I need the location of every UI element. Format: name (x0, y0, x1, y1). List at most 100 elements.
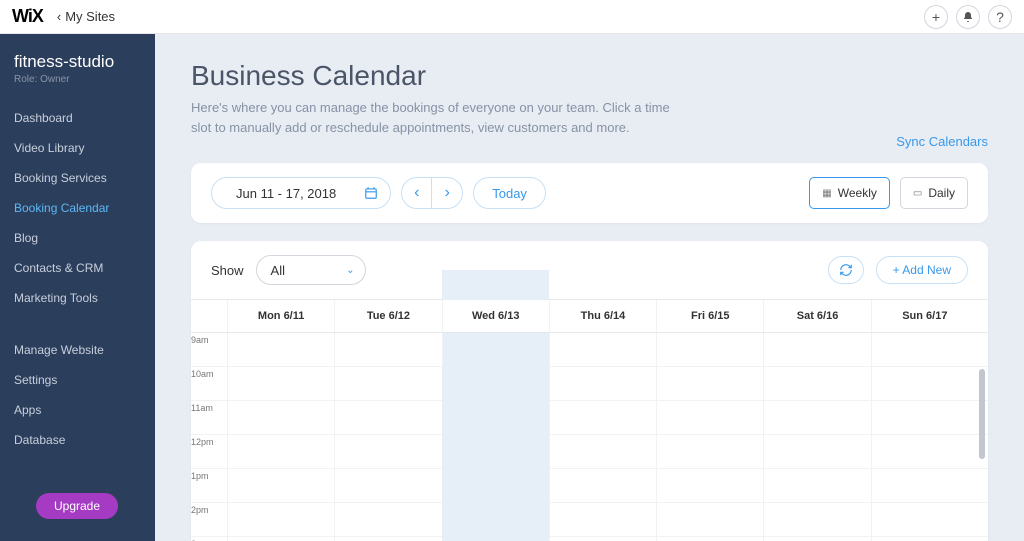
time-slot[interactable] (442, 333, 549, 366)
day-header: Wed 6/13 (442, 300, 549, 332)
page-title: Business Calendar (191, 60, 988, 92)
chevron-down-icon: ⌄ (346, 265, 354, 276)
sidebar-item-manage-website[interactable]: Manage Website (0, 335, 155, 365)
time-row: 12pm (191, 435, 988, 469)
time-slot[interactable] (763, 401, 870, 434)
time-slot[interactable] (656, 333, 763, 366)
time-slot[interactable] (549, 435, 656, 468)
day-header: Thu 6/14 (549, 300, 656, 332)
time-slot[interactable] (656, 537, 763, 541)
prev-week-button[interactable]: ‹ (402, 178, 432, 208)
time-slot[interactable] (549, 401, 656, 434)
add-new-button[interactable]: + Add New (876, 256, 968, 284)
date-range-text: Jun 11 - 17, 2018 (212, 186, 352, 201)
time-slot[interactable] (549, 333, 656, 366)
time-label: 3pm (191, 537, 227, 541)
plus-icon[interactable]: + (924, 5, 948, 29)
time-slot[interactable] (763, 367, 870, 400)
sidebar-item-dashboard[interactable]: Dashboard (0, 103, 155, 133)
sync-calendars-link[interactable]: Sync Calendars (896, 134, 988, 149)
time-grid[interactable]: 9am 10am 11am 12pm (191, 333, 988, 541)
time-slot[interactable] (871, 537, 978, 541)
time-slot[interactable] (656, 401, 763, 434)
time-slot[interactable] (227, 469, 334, 502)
daily-view-button[interactable]: ▭ Daily (900, 177, 968, 209)
calendar-grid: Mon 6/11 Tue 6/12 Wed 6/13 Thu 6/14 Fri … (191, 299, 988, 541)
time-slot[interactable] (227, 333, 334, 366)
time-slot[interactable] (763, 503, 870, 536)
time-label: 1pm (191, 469, 227, 502)
sidebar-item-contacts-crm[interactable]: Contacts & CRM (0, 253, 155, 283)
site-role: Role: Owner (0, 72, 155, 103)
time-slot[interactable] (334, 503, 441, 536)
time-slot[interactable] (334, 537, 441, 541)
time-slot[interactable] (227, 537, 334, 541)
scrollbar[interactable] (979, 369, 985, 459)
sidebar-item-apps[interactable]: Apps (0, 395, 155, 425)
sidebar-item-database[interactable]: Database (0, 425, 155, 455)
time-slot[interactable] (334, 469, 441, 502)
time-slot[interactable] (763, 435, 870, 468)
time-slot[interactable] (871, 469, 978, 502)
time-slot[interactable] (549, 367, 656, 400)
upgrade-button[interactable]: Upgrade (36, 493, 118, 519)
my-sites-link[interactable]: ‹ My Sites (57, 9, 115, 24)
time-slot[interactable] (871, 367, 978, 400)
topbar-left: WiX ‹ My Sites (12, 6, 115, 27)
time-slot[interactable] (656, 367, 763, 400)
my-sites-label: My Sites (65, 9, 115, 24)
weekly-view-button[interactable]: ▦ Weekly (809, 177, 890, 209)
refresh-button[interactable] (828, 256, 864, 284)
time-slot[interactable] (227, 401, 334, 434)
bell-icon[interactable] (956, 5, 980, 29)
time-slot[interactable] (763, 469, 870, 502)
time-slot[interactable] (656, 503, 763, 536)
time-slot[interactable] (871, 401, 978, 434)
help-icon[interactable]: ? (988, 5, 1012, 29)
sidebar-item-booking-calendar[interactable]: Booking Calendar (0, 193, 155, 223)
time-slot[interactable] (227, 435, 334, 468)
time-slot[interactable] (334, 401, 441, 434)
time-row: 10am (191, 367, 988, 401)
time-slot[interactable] (871, 333, 978, 366)
today-button[interactable]: Today (473, 177, 546, 209)
time-label: 12pm (191, 435, 227, 468)
time-slot[interactable] (549, 469, 656, 502)
time-slot[interactable] (227, 503, 334, 536)
filter-value: All (271, 263, 285, 278)
time-slot[interactable] (549, 503, 656, 536)
time-slot[interactable] (871, 503, 978, 536)
topbar-right: + ? (924, 5, 1012, 29)
time-row: 2pm (191, 503, 988, 537)
sidebar: fitness-studio Role: Owner Dashboard Vid… (0, 34, 155, 541)
layout: fitness-studio Role: Owner Dashboard Vid… (0, 34, 1024, 541)
weekday-header-row: Mon 6/11 Tue 6/12 Wed 6/13 Thu 6/14 Fri … (191, 300, 988, 333)
time-slot[interactable] (334, 333, 441, 366)
day-icon: ▭ (913, 188, 922, 199)
time-slot[interactable] (334, 435, 441, 468)
upgrade-wrap: Upgrade (0, 493, 155, 541)
time-slot[interactable] (763, 537, 870, 541)
time-slot[interactable] (656, 469, 763, 502)
sidebar-item-settings[interactable]: Settings (0, 365, 155, 395)
grid-icon: ▦ (822, 188, 831, 199)
sidebar-item-blog[interactable]: Blog (0, 223, 155, 253)
sidebar-item-booking-services[interactable]: Booking Services (0, 163, 155, 193)
daily-label: Daily (928, 186, 955, 200)
filter-select[interactable]: All ⌄ (256, 255, 366, 285)
time-slot[interactable] (227, 367, 334, 400)
time-slot[interactable] (871, 435, 978, 468)
time-slot[interactable] (763, 333, 870, 366)
chevron-left-icon: ‹ (57, 9, 61, 24)
sidebar-item-marketing-tools[interactable]: Marketing Tools (0, 283, 155, 313)
sidebar-item-video-library[interactable]: Video Library (0, 133, 155, 163)
day-header: Sun 6/17 (871, 300, 978, 332)
next-week-button[interactable]: › (432, 178, 462, 208)
time-label: 9am (191, 333, 227, 366)
date-range-picker[interactable]: Jun 11 - 17, 2018 (211, 177, 391, 209)
topbar: WiX ‹ My Sites + ? (0, 0, 1024, 34)
time-slot[interactable] (549, 537, 656, 541)
time-slot[interactable] (656, 435, 763, 468)
wix-logo[interactable]: WiX (12, 6, 43, 27)
time-slot[interactable] (334, 367, 441, 400)
